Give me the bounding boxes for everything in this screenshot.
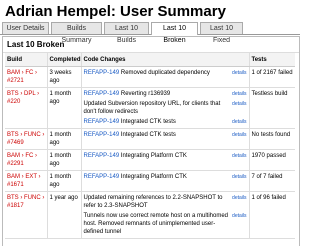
issue-link[interactable]: REFAPP-149 (84, 174, 120, 180)
commit-message: Integrating Platform CTK (120, 153, 187, 159)
code-changes-cell: REFAPP-149 Integrating Platform CTK detai… (80, 149, 249, 171)
details-link[interactable]: details (232, 118, 246, 126)
build-link[interactable]: BAM › EXT › #1671 (7, 174, 41, 188)
tests-cell: 1 of 96 failed (248, 191, 295, 239)
code-changes-cell: Updated remaining references to 2.2-SNAP… (80, 191, 249, 239)
change-entry: REFAPP-149 Integrating Platform CTK detai… (84, 173, 247, 181)
details-link[interactable]: details (232, 131, 246, 139)
broken-builds-panel: Last 10 Broken Build Completed Code Chan… (2, 36, 300, 246)
issue-link[interactable]: REFAPP-149 (84, 132, 120, 138)
user-summary-page: Adrian Hempel: User Summary User Details… (0, 0, 300, 246)
change-entry: REFAPP-149 Integrated CTK tests details (84, 118, 247, 126)
commit-message: Updated remaining references to 2.2-SNAP… (83, 195, 223, 209)
completed-cell: 3 weeks ago (46, 66, 81, 88)
issue-link[interactable]: REFAPP-149 (84, 153, 120, 159)
build-link[interactable]: BTS › DPL › #220 (7, 91, 39, 105)
build-cell: BTS › DPL › #220 (5, 87, 47, 129)
commit-message: Tunnels now use correct remote host on a… (83, 213, 229, 235)
build-cell: BAM › EXT › #1671 (5, 170, 47, 192)
details-link[interactable]: details (232, 212, 246, 220)
commit-message: Integrated CTK tests (120, 132, 176, 138)
table-row: BTS › DPL › #220 1 month ago REFAPP-149 Re… (5, 87, 295, 129)
code-changes-cell: REFAPP-149 Removed duplicated dependency… (80, 66, 249, 88)
tab-bar: User Details Builds Summary Last 10 Buil… (0, 21, 300, 44)
tab-user-details[interactable]: User Details (2, 22, 49, 34)
page-title: Adrian Hempel: User Summary (5, 3, 226, 20)
commit-message: Reverting r136939 (120, 91, 171, 97)
header-completed: Completed (46, 53, 81, 67)
build-link[interactable]: BAM › FC › #2291 (7, 153, 37, 167)
header-build: Build (5, 53, 47, 67)
build-link[interactable]: BTS › FUNC › #1817 (7, 195, 44, 209)
issue-link[interactable]: REFAPP-149 (84, 91, 120, 97)
change-entry: REFAPP-149 Removed duplicated dependency… (84, 69, 247, 77)
completed-cell: 1 month ago (46, 87, 81, 129)
issue-link[interactable]: REFAPP-149 (84, 70, 120, 76)
completed-cell: 1 month ago (46, 170, 81, 192)
completed-cell: 1 month ago (46, 128, 81, 150)
change-entry: REFAPP-149 Reverting r136939 details (84, 90, 247, 98)
tab-last-10-broken[interactable]: Last 10 Broken (151, 22, 198, 44)
commit-message: Removed duplicated dependency (120, 70, 210, 76)
commit-message: Integrated CTK tests (120, 119, 176, 125)
details-link[interactable]: details (232, 152, 246, 160)
table-row: BAM › EXT › #1671 1 month ago REFAPP-149 I… (5, 170, 295, 192)
build-link[interactable]: BTS › FUNC › #7469 (7, 132, 44, 146)
tests-cell: 1970 passed (248, 149, 295, 171)
build-link[interactable]: BAM › FC › #2721 (7, 70, 37, 84)
build-cell: BTS › FUNC › #7469 (5, 128, 47, 150)
tests-cell: Testless build (248, 87, 295, 129)
details-link[interactable]: details (232, 69, 246, 77)
completed-cell: 1 month ago (46, 149, 81, 171)
details-link[interactable]: details (232, 100, 246, 108)
tests-cell: 7 of 7 failed (248, 170, 295, 192)
change-entry: REFAPP-149 Integrated CTK tests details (84, 131, 247, 139)
change-entry: Updated Subversion repository URL, for c… (84, 100, 247, 116)
change-entry: Updated remaining references to 2.2-SNAP… (84, 194, 247, 210)
build-cell: BAM › FC › #2291 (5, 149, 47, 171)
tests-cell: No tests found (248, 128, 295, 150)
tab-builds-summary[interactable]: Builds Summary (51, 22, 102, 44)
tab-last-10-builds[interactable]: Last 10 Builds (104, 22, 149, 44)
broken-builds-table: Build Completed Code Changes Tests BAM ›… (5, 53, 295, 239)
code-changes-cell: REFAPP-149 Integrating Platform CTK detai… (80, 170, 249, 192)
tests-cell: 1 of 2167 failed (248, 66, 295, 88)
change-entry: REFAPP-149 Integrating Platform CTK detai… (84, 152, 247, 160)
code-changes-cell: REFAPP-149 Reverting r136939 details Updat… (80, 87, 249, 129)
tab-last-10-fixed[interactable]: Last 10 Fixed (200, 22, 243, 44)
table-row: BAM › FC › #2291 1 month ago REFAPP-149 In… (5, 149, 295, 171)
build-cell: BTS › FUNC › #1817 (5, 191, 47, 239)
commit-message: Updated Subversion repository URL, for c… (83, 101, 221, 115)
header-code-changes: Code Changes (80, 53, 249, 67)
table-row: BTS › FUNC › #1817 1 year ago Updated rema… (5, 191, 295, 239)
details-link[interactable]: details (232, 194, 246, 202)
code-changes-cell: REFAPP-149 Integrated CTK tests details (80, 128, 249, 150)
commit-message: Integrating Platform CTK (120, 174, 187, 180)
header-tests: Tests (248, 53, 295, 67)
completed-cell: 1 year ago (46, 191, 81, 239)
details-link[interactable]: details (232, 90, 246, 98)
table-row: BTS › FUNC › #7469 1 month ago REFAPP-149 … (5, 128, 295, 150)
details-link[interactable]: details (232, 173, 246, 181)
issue-link[interactable]: REFAPP-149 (84, 119, 120, 125)
build-cell: BAM › FC › #2721 (5, 66, 47, 88)
change-entry: Tunnels now use correct remote host on a… (84, 212, 247, 236)
table-header-row: Build Completed Code Changes Tests (5, 53, 295, 67)
table-row: BAM › FC › #2721 3 weeks ago REFAPP-149 Re… (5, 66, 295, 88)
panel-title: Last 10 Broken (3, 37, 299, 53)
